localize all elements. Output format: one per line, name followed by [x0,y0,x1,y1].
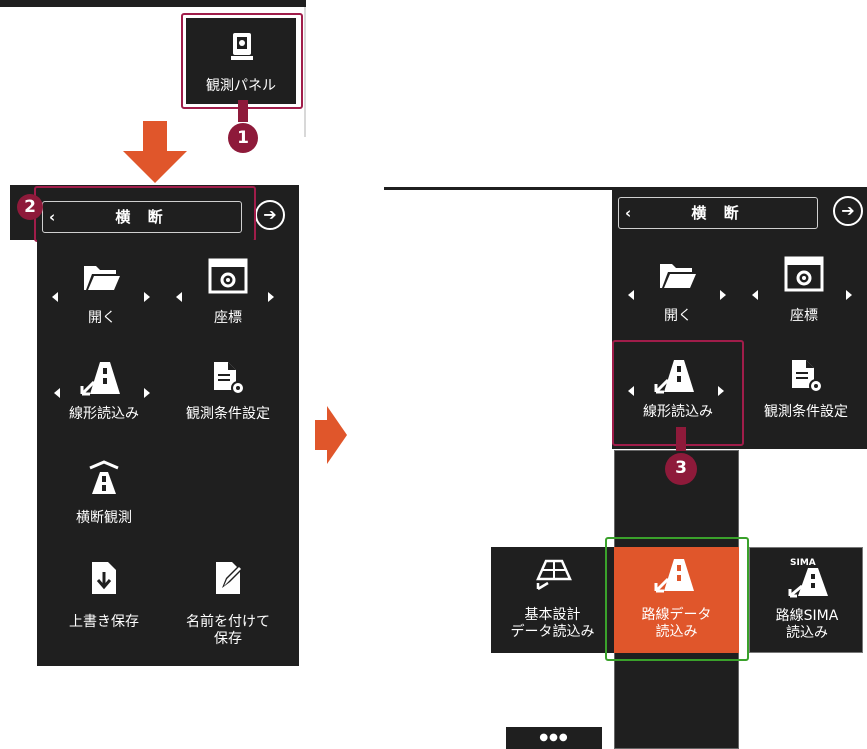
design-layers-icon [536,559,572,591]
left-coords-label: 座標 [214,310,242,326]
step-badge-1: 1 [230,125,256,151]
left-overwrite-save-label: 上書き保存 [69,614,139,630]
left-cross-observe-label: 横断観測 [76,510,132,526]
left-cross-observe-button[interactable]: 横断観測 [56,460,152,532]
prev-arrow-icon [628,290,634,300]
save-as-pencil-icon [216,562,244,594]
basic-design-import-button[interactable]: 基本設計 データ読込み [491,547,614,653]
next-arrow-icon [144,292,150,302]
right-open-button[interactable]: 開く [628,256,732,328]
prev-arrow-icon [54,388,60,398]
left-observe-conditions-button[interactable]: 観測条件設定 [172,360,284,430]
right-coords-button[interactable]: 座標 [752,256,856,328]
basic-design-import-label: 基本設計 データ読込み [510,607,595,640]
back-chevron-icon: ‹ [625,204,632,222]
road-import-icon [788,568,828,598]
next-arrow-icon [144,388,150,398]
toolbar-divider [304,7,306,137]
right-coords-label: 座標 [790,308,818,324]
left-coords-button[interactable]: 座標 [176,258,280,330]
next-arrow-icon [268,292,274,302]
prev-arrow-icon [752,290,758,300]
top-toolbar-strip [0,0,306,7]
route-sima-import-label: 路線SIMA 読込み [775,608,839,641]
save-down-icon [92,562,116,594]
right-arrow-icon [315,406,347,464]
more-button[interactable]: ●●● [506,727,602,749]
right-observe-conditions-label: 観測条件設定 [764,404,848,420]
left-observe-conditions-label: 観測条件設定 [186,406,270,422]
document-settings-icon [792,360,823,393]
prev-arrow-icon [52,292,58,302]
ellipsis-icon: ●●● [539,732,569,743]
left-open-label: 開く [88,310,116,326]
next-arrow-button[interactable]: ➔ [833,196,863,226]
left-alignment-import-label: 線形読込み [69,406,139,422]
left-overwrite-save-button[interactable]: 上書き保存 [52,560,156,632]
cross-section-icon [89,460,119,494]
step-badge-3: 3 [668,455,694,481]
route-sima-import-button[interactable]: SIMA 路線SIMA 読込み [749,547,863,653]
right-observe-conditions-button[interactable]: 観測条件設定 [750,358,862,428]
highlight-frame-1 [181,13,303,109]
highlight-frame-2 [34,186,256,242]
right-header-title[interactable]: ‹ 横 断 [618,197,818,229]
left-alignment-import-button[interactable]: 線形読込み [52,360,156,430]
prev-arrow-icon [176,292,182,302]
next-arrow-icon [846,290,852,300]
down-arrow-icon [123,121,187,183]
green-highlight-frame [605,537,749,661]
next-arrow-button[interactable]: ➔ [255,200,285,230]
next-arrow-icon [720,290,726,300]
left-save-as-button[interactable]: 名前を付けて 保存 [170,560,286,648]
left-open-button[interactable]: 開く [52,258,156,330]
coordinate-window-icon [784,256,824,292]
coordinate-window-icon [208,258,248,294]
folder-icon [660,264,696,288]
right-open-label: 開く [664,308,692,324]
document-settings-icon [214,362,245,395]
left-save-as-label: 名前を付けて 保存 [186,614,270,647]
road-import-icon [80,362,120,396]
folder-icon [84,266,120,290]
step-badge-2: 2 [17,194,43,220]
